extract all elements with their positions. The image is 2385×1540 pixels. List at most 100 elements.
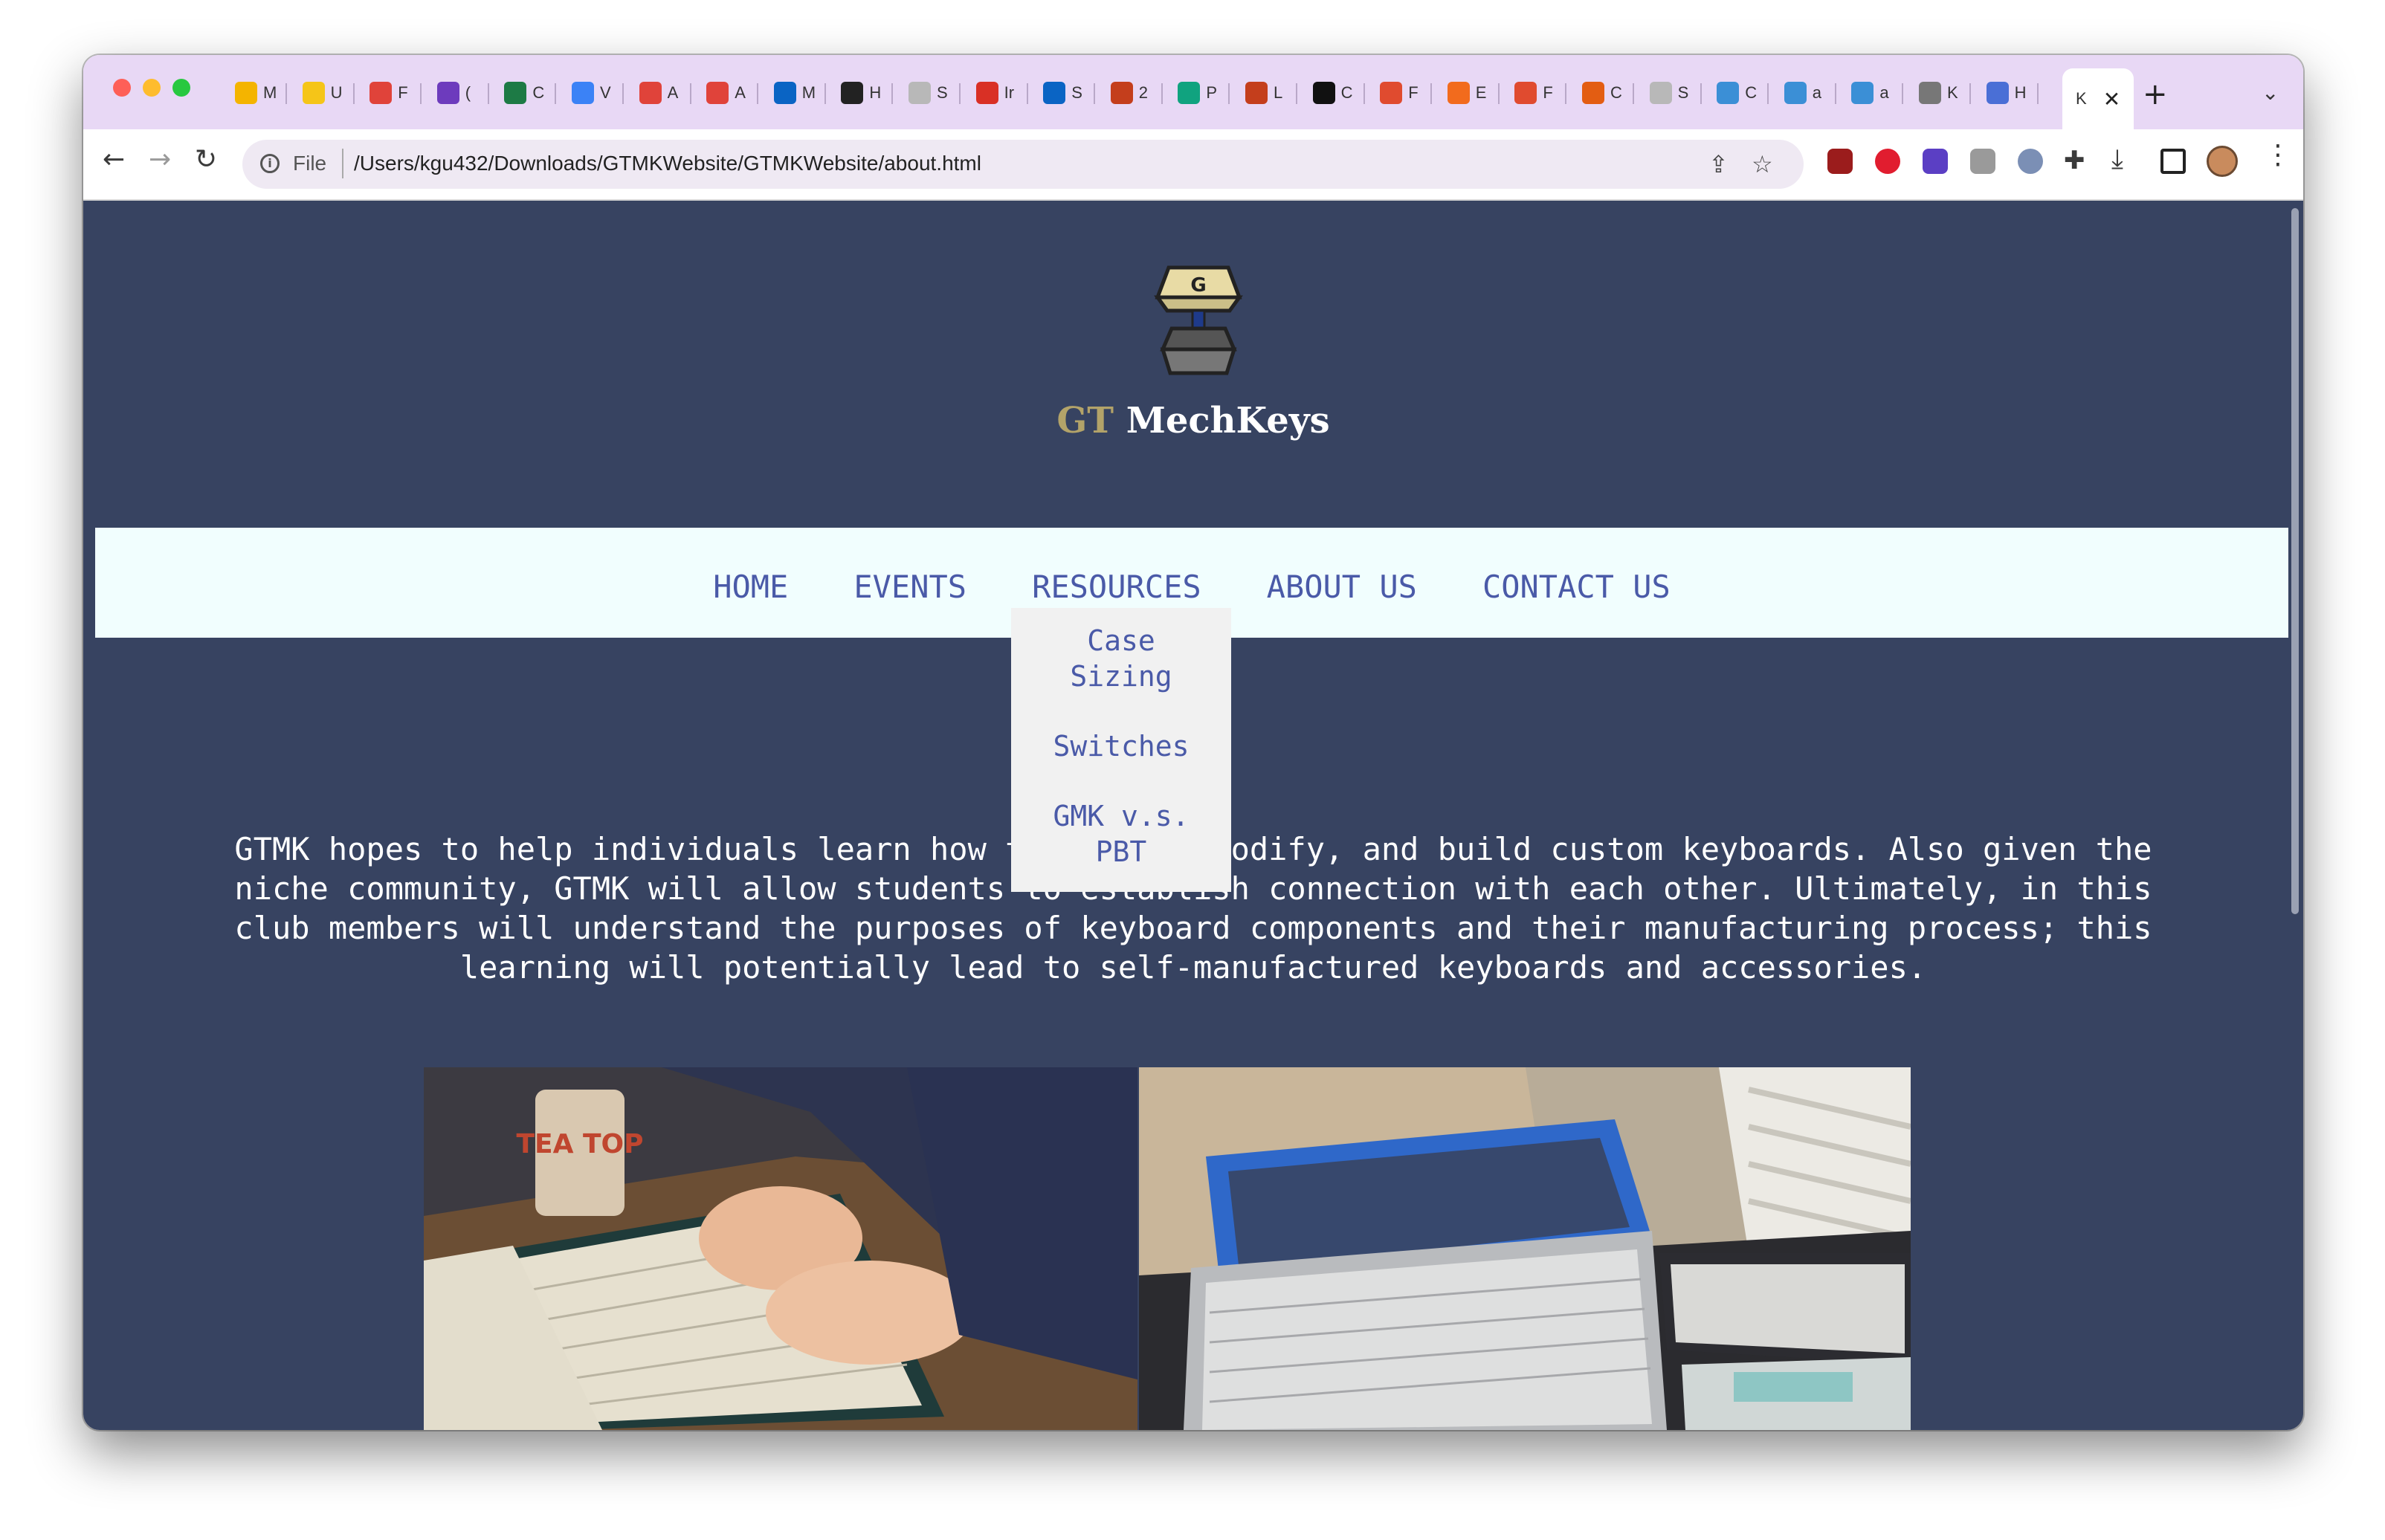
w-icon [1717, 82, 1740, 104]
url-scheme: File [293, 152, 327, 175]
tab-separator [1902, 83, 1904, 104]
browser-tab[interactable]: E [1437, 73, 1500, 113]
p-icon [1178, 82, 1201, 104]
tab-separator [555, 83, 557, 104]
side-panel-icon[interactable] [2160, 149, 2186, 174]
tab-separator [2036, 83, 2039, 104]
tab-separator [420, 83, 422, 104]
tab-title: H [869, 83, 882, 102]
browser-tab[interactable]: C [1303, 73, 1365, 113]
ublock-icon[interactable] [1827, 149, 1853, 174]
extensions-puzzle-icon[interactable]: ✚ [2064, 146, 2085, 175]
browser-tab[interactable]: U [292, 73, 355, 113]
browser-tab[interactable]: S [898, 73, 961, 113]
chart-icon [572, 82, 594, 104]
tab-title: P [1206, 83, 1218, 102]
browser-tab[interactable]: A [629, 73, 691, 113]
browser-tab[interactable]: M [764, 73, 826, 113]
powerpoint-icon [1245, 82, 1268, 104]
tab-separator [689, 83, 691, 104]
extension-p-icon[interactable] [1923, 149, 1948, 174]
triangle-icon [1380, 82, 1403, 104]
browser-tab[interactable]: S [1033, 73, 1096, 113]
grammarly-icon[interactable] [2018, 149, 2043, 174]
browser-tab[interactable]: 2 [1100, 73, 1163, 113]
dropdown-switches[interactable]: Switches [1039, 728, 1203, 764]
tab-title: L [1274, 83, 1283, 102]
browser-tab[interactable]: K [1908, 73, 1971, 113]
browser-tab[interactable]: a [1774, 73, 1836, 113]
square-icon [1447, 82, 1470, 104]
info-icon[interactable]: i [260, 154, 280, 173]
url-text[interactable]: /Users/kgu432/Downloads/GTMKWebsite/GTMK… [354, 152, 981, 175]
bookmark-star-icon[interactable]: ☆ [1752, 150, 1773, 178]
dropdown-gmk-pbt[interactable]: GMK v.s. PBT [1039, 798, 1203, 870]
tab-title: K [1947, 83, 1958, 102]
brand-title: GT MechKeys [83, 400, 2303, 441]
excel-icon [504, 82, 527, 104]
opera-icon[interactable] [1875, 149, 1900, 174]
more-menu-icon[interactable]: ⋮ [2265, 140, 2291, 170]
w-icon [1851, 82, 1874, 104]
gmail-icon [975, 82, 998, 104]
zoom-window-button[interactable] [172, 79, 190, 97]
new-tab-button[interactable]: + [2143, 77, 2168, 111]
browser-tab[interactable]: a [1841, 73, 1904, 113]
nav-contact[interactable]: CONTACT US [1482, 528, 1671, 647]
nav-home[interactable]: HOME [713, 528, 788, 647]
browser-tab[interactable]: Ir [966, 73, 1028, 113]
reload-icon[interactable]: ↻ [195, 144, 217, 175]
svg-text:G: G [1190, 274, 1206, 297]
share-icon[interactable]: ⇪ [1708, 150, 1729, 178]
q-icon [1312, 82, 1335, 104]
barcode-icon [841, 82, 864, 104]
tab-separator [1228, 83, 1230, 104]
tab-separator [1497, 83, 1500, 104]
browser-tab[interactable]: F [1504, 73, 1567, 113]
browser-tab[interactable]: C [494, 73, 557, 113]
browser-tab[interactable]: F [359, 73, 422, 113]
tab-active[interactable]: K ✕ [2062, 68, 2134, 129]
tab-separator [959, 83, 961, 104]
slides-icon [302, 82, 325, 104]
browser-tab[interactable]: ( [427, 73, 489, 113]
scrollbar[interactable] [2291, 208, 2299, 914]
photo-keyboard-collection [1139, 1067, 1911, 1430]
minimize-window-button[interactable] [143, 79, 161, 97]
extension-pen-icon[interactable] [1970, 149, 1995, 174]
tab-separator [1296, 83, 1297, 104]
browser-tab[interactable]: M [225, 73, 287, 113]
download-icon[interactable]: ⤓ [2111, 144, 2123, 175]
tab-title: C [532, 83, 545, 102]
browser-tab[interactable]: A [696, 73, 759, 113]
nav-about[interactable]: ABOUT US [1267, 528, 1417, 647]
tab-search-icon[interactable]: ⌄ [2262, 80, 2279, 105]
close-window-button[interactable] [113, 79, 131, 97]
browser-tab[interactable]: H [830, 73, 894, 113]
browser-tab[interactable]: C [1572, 73, 1634, 113]
tab-separator [891, 83, 894, 104]
browser-tab[interactable]: H [1976, 73, 2039, 113]
forward-icon[interactable]: → [149, 144, 171, 175]
close-tab-icon[interactable]: ✕ [2103, 87, 2120, 111]
dropdown-case-sizing[interactable]: Case Sizing [1039, 623, 1203, 694]
browser-tab[interactable]: C [1706, 73, 1769, 113]
triangle-icon [1514, 82, 1537, 104]
nav-events[interactable]: EVENTS [853, 528, 966, 647]
browser-tab[interactable]: S [1639, 73, 1702, 113]
onedrive-icon [1043, 82, 1066, 104]
photo-typing-keyboard: TEA TOP [424, 1067, 1137, 1430]
browser-tab[interactable]: V [561, 73, 624, 113]
tab-separator [1834, 83, 1836, 104]
address-bar[interactable]: i File /Users/kgu432/Downloads/GTMKWebsi… [242, 140, 1804, 189]
tab-title: a [1879, 83, 1889, 102]
tab-title: F [1408, 83, 1419, 102]
tab-title: M [801, 83, 816, 102]
browser-tab[interactable]: P [1167, 73, 1230, 113]
profile-avatar[interactable] [2207, 146, 2238, 177]
browser-tab[interactable]: F [1369, 73, 1433, 113]
browser-tab[interactable]: L [1235, 73, 1297, 113]
brand-name: MechKeys [1126, 400, 1330, 441]
back-icon[interactable]: ← [103, 144, 125, 175]
browser-window: M U F (C V A A M H S Ir S 2 P L C F E F C S Ca a K H K ✕ + ⌄ ← →… [83, 55, 2303, 1430]
